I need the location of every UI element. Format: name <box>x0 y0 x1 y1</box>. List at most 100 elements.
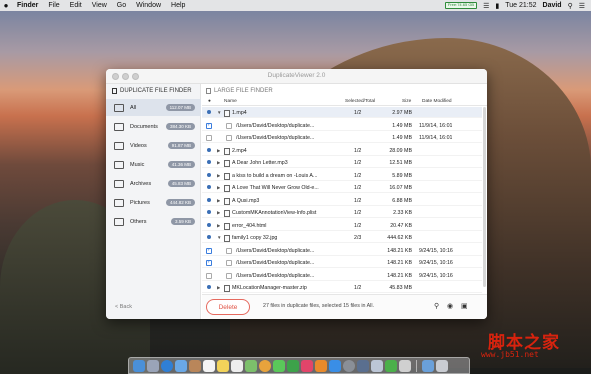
preview-eye-icon[interactable]: ◉ <box>447 302 453 310</box>
lock-icon[interactable]: ▣ <box>461 302 468 310</box>
messages-dock-icon[interactable] <box>273 359 285 372</box>
sidebar-item-videos[interactable]: Videos 91.87 MB <box>106 137 201 154</box>
row-sub-checkbox[interactable] <box>226 260 232 266</box>
row-checkbox[interactable] <box>206 247 212 254</box>
user-name[interactable]: David <box>543 2 562 9</box>
status-text: 27 files in duplicate files, selected 15… <box>263 303 375 309</box>
mail-dock-icon[interactable] <box>175 359 187 372</box>
menu-edit[interactable]: Edit <box>65 2 87 9</box>
group-row[interactable]: ▶ CustomMKAnnotationView-Info.plist 1/2 2.3… <box>202 207 482 218</box>
sidebar-item-pictures[interactable]: Pictures 444.82 KB <box>106 194 201 211</box>
trash-icon[interactable] <box>436 359 448 372</box>
app-dock-icon-2[interactable] <box>385 359 397 372</box>
file-row[interactable]: /Users/David/Desktop/duplicate... 148.21 … <box>202 257 482 268</box>
group-row[interactable]: ▶ A Love That Will Never Grow Old-e... 1/2… <box>202 182 482 193</box>
group-row[interactable]: ▶ A Qusi.mp3 1/2 6.88 MB <box>202 195 482 206</box>
group-row[interactable]: ▼ 1.mp4 1/2 2.97 MB <box>202 107 482 118</box>
menu-list-icon[interactable]: ☰ <box>579 2 585 10</box>
finder-dock-icon[interactable] <box>133 359 145 372</box>
row-sub-checkbox[interactable] <box>226 122 232 129</box>
group-row[interactable]: ▶ MKLocationManager-master.zip 1/2 45.83 MB <box>202 282 482 293</box>
row-sub-checkbox[interactable] <box>226 247 232 254</box>
sidebar-item-label: Videos <box>130 142 147 149</box>
group-row[interactable]: ▶ A Dear John Letter.mp3 1/2 12.51 MB <box>202 157 482 168</box>
group-row[interactable]: ▶ error_404.html 1/2 20.47 KB <box>202 220 482 231</box>
group-row[interactable]: ▶ a kiss to build a dream on -Louis A... 1… <box>202 170 482 181</box>
tab-large-finder[interactable]: LARGE FILE FINDER <box>206 88 273 94</box>
bottom-bar: Delete 27 files in duplicate files, sele… <box>202 294 487 319</box>
disclosure-closed-icon[interactable]: ▶ <box>217 160 220 166</box>
picture-icon <box>114 198 124 207</box>
row-checkbox[interactable] <box>206 260 212 266</box>
disclosure-closed-icon[interactable]: ▶ <box>217 285 220 291</box>
apple-menu-icon[interactable]: ● <box>0 1 12 10</box>
row-checkbox[interactable] <box>206 122 212 129</box>
disclosure-open-icon[interactable]: ▼ <box>217 110 221 115</box>
menu-bar: ● Finder File Edit View Go Window Help F… <box>0 0 591 11</box>
sidebar-item-archives[interactable]: Archives 45.83 MB <box>106 175 201 192</box>
battery-icon[interactable]: ▮ <box>495 2 499 10</box>
reminders-dock-icon[interactable] <box>231 359 243 372</box>
file-row[interactable]: /Users/David/Desktop/duplicate... 148.21 … <box>202 245 482 256</box>
duplicate-viewer-dock-icon[interactable] <box>357 359 369 372</box>
app-dock-icon[interactable] <box>371 359 383 372</box>
menu-file[interactable]: File <box>43 2 64 9</box>
notes-dock-icon[interactable] <box>217 359 229 372</box>
sidebar-item-others[interactable]: Others 3.59 KB <box>106 213 201 230</box>
file-row[interactable]: /Users/David/Desktop/duplicate... 1.49 MB… <box>202 132 482 143</box>
calendar-dock-icon[interactable] <box>203 359 215 372</box>
file-name: error_404.html <box>232 222 267 229</box>
sidebar-item-all[interactable]: All 112.07 MB <box>106 99 201 116</box>
disclosure-closed-icon[interactable]: ▶ <box>217 185 220 191</box>
app-store-dock-icon[interactable] <box>329 359 341 372</box>
clock[interactable]: Tue 21:52 <box>505 2 536 9</box>
menu-window[interactable]: Window <box>131 2 166 9</box>
app-dock-icon-3[interactable] <box>399 359 411 372</box>
disclosure-closed-icon[interactable]: ▶ <box>217 210 220 216</box>
col-selected[interactable]: Selected/Total <box>345 99 375 104</box>
col-size[interactable]: Size <box>402 99 411 104</box>
search-icon[interactable]: ⚲ <box>568 2 573 10</box>
menu-finder[interactable]: Finder <box>12 2 43 9</box>
sidebar-item-music[interactable]: Music 41.36 MB <box>106 156 201 173</box>
back-button[interactable]: < Back <box>115 304 132 310</box>
group-dot <box>207 210 211 214</box>
menu-view[interactable]: View <box>87 2 112 9</box>
col-name[interactable]: Name <box>224 99 237 104</box>
sidebar-item-size: 3.59 KB <box>170 218 195 225</box>
delete-button[interactable]: Delete <box>206 299 250 315</box>
file-row[interactable]: /Users/David/Desktop/duplicate... 1.49 MB… <box>202 120 482 131</box>
scrollbar[interactable] <box>483 107 486 287</box>
row-checkbox[interactable] <box>206 272 212 279</box>
contacts-dock-icon[interactable] <box>189 359 201 372</box>
file-row[interactable]: /Users/David/Desktop/duplicate... 148.21 … <box>202 270 482 281</box>
facetime-dock-icon[interactable] <box>287 359 299 372</box>
menu-help[interactable]: Help <box>166 2 190 9</box>
launchpad-dock-icon[interactable] <box>147 359 159 372</box>
row-sub-checkbox[interactable] <box>226 135 232 141</box>
menu-go[interactable]: Go <box>112 2 131 9</box>
tab-duplicate-finder[interactable]: DUPLICATE FILE FINDER <box>112 88 192 94</box>
itunes-dock-icon[interactable] <box>301 359 313 372</box>
sidebar-item-documents[interactable]: Documents 384.30 KB <box>106 118 201 135</box>
ibooks-dock-icon[interactable] <box>315 359 327 372</box>
disclosure-closed-icon[interactable]: ▶ <box>217 148 220 154</box>
search-icon[interactable]: ⚲ <box>434 302 439 310</box>
col-date[interactable]: Date Modified <box>422 99 452 104</box>
disclosure-closed-icon[interactable]: ▶ <box>217 223 220 229</box>
disclosure-closed-icon[interactable]: ▶ <box>217 173 220 179</box>
system-preferences-dock-icon[interactable] <box>343 359 355 372</box>
file-name: family1 copy 32.jpg <box>232 235 278 241</box>
safari-dock-icon[interactable] <box>161 359 173 372</box>
wifi-icon[interactable]: ☰ <box>483 2 489 10</box>
row-sub-checkbox[interactable] <box>226 272 232 279</box>
disclosure-closed-icon[interactable]: ▶ <box>217 198 220 204</box>
disk-free-badge[interactable]: Free:74.65 GB <box>444 2 478 9</box>
downloads-dock-icon[interactable] <box>422 359 434 372</box>
photos-dock-icon[interactable] <box>259 359 271 372</box>
group-row[interactable]: ▼ family1 copy 32.jpg 2/3 444.62 KB <box>202 232 482 243</box>
group-row[interactable]: ▶ 2.mp4 1/2 28.09 MB <box>202 145 482 156</box>
row-checkbox[interactable] <box>206 135 212 141</box>
maps-dock-icon[interactable] <box>245 359 257 372</box>
disclosure-open-icon[interactable]: ▼ <box>217 235 221 240</box>
